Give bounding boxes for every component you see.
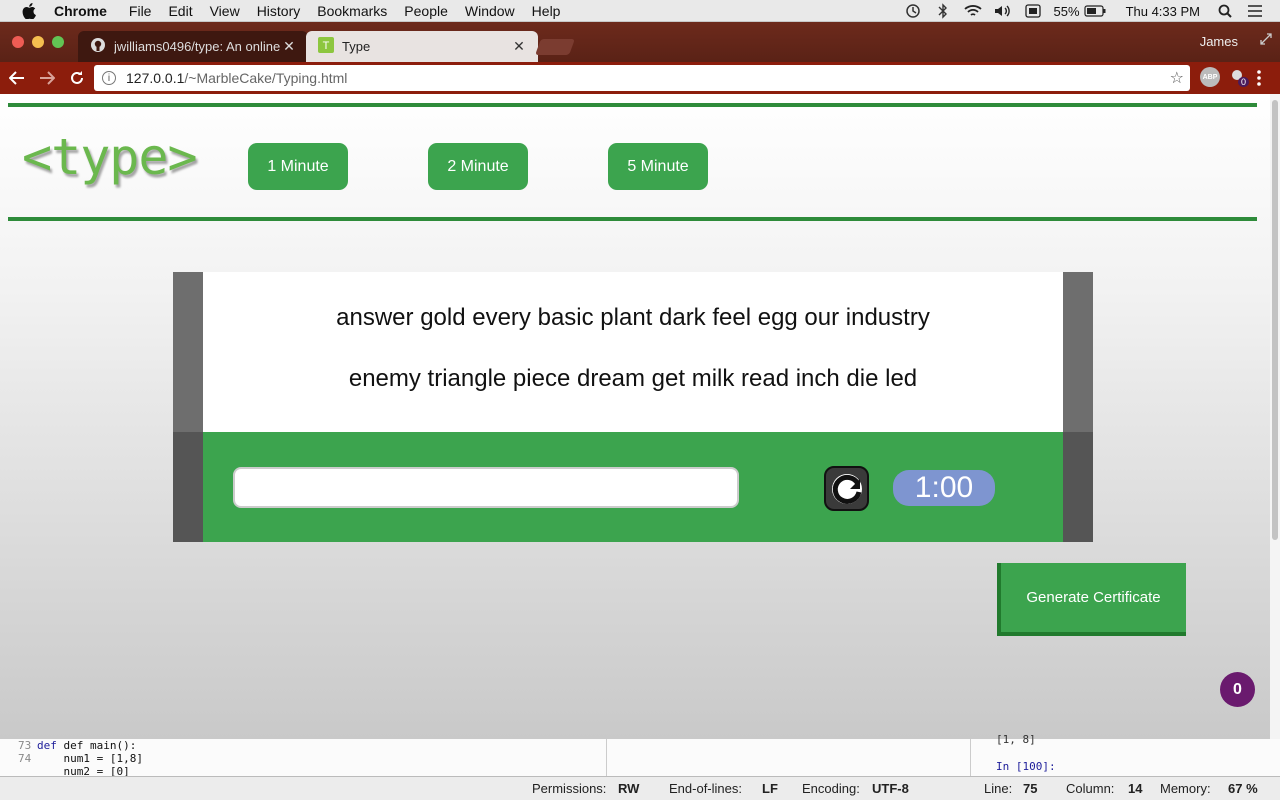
adblock-extension-icon[interactable]: ABP xyxy=(1200,67,1220,87)
address-bar[interactable]: i 127.0.0.1 /~MarbleCake/Typing.html ☆ xyxy=(94,65,1190,91)
editor-pane-divider xyxy=(970,739,971,776)
editor-code-line: def def main(): xyxy=(37,739,137,752)
window-close-button[interactable] xyxy=(12,36,24,48)
line-value: 75 xyxy=(1023,781,1038,796)
menu-bookmarks[interactable]: Bookmarks xyxy=(317,3,387,19)
word-line-current: answer gold every basic plant dark feel … xyxy=(336,304,930,331)
extension-icon[interactable]: 0 xyxy=(1228,67,1250,87)
editor-pane-divider xyxy=(606,739,607,776)
word-display: answer gold every basic plant dark feel … xyxy=(173,272,1093,432)
type-favicon-icon: T xyxy=(318,37,334,56)
header-top-rule xyxy=(8,103,1257,107)
menu-help[interactable]: Help xyxy=(532,3,561,19)
url-path: /~MarbleCake/Typing.html xyxy=(184,70,348,86)
bookmark-star-icon[interactable]: ☆ xyxy=(1170,68,1184,88)
reload-icon[interactable] xyxy=(64,65,90,91)
tab-type-label: Type xyxy=(342,39,371,54)
line-label: Line: xyxy=(984,781,1013,796)
menu-app-name[interactable]: Chrome xyxy=(54,3,107,19)
permissions-value: RW xyxy=(618,781,640,796)
page-scrollbar[interactable] xyxy=(1270,94,1280,739)
column-label: Column: xyxy=(1066,781,1115,796)
menu-history[interactable]: History xyxy=(257,3,301,19)
encoding-label: Encoding: xyxy=(802,781,860,796)
apple-menu-icon[interactable] xyxy=(18,2,40,19)
background-code-editor: 73 def def main(): 74 num1 = [1,8] num2 … xyxy=(0,733,1280,776)
chrome-menu-icon[interactable] xyxy=(1256,69,1262,92)
menu-clock[interactable]: Thu 4:33 PM xyxy=(1126,4,1200,19)
five-minute-button[interactable]: 5 Minute xyxy=(608,143,708,190)
countdown-timer: 1:00 xyxy=(893,470,995,506)
two-minute-button[interactable]: 2 Minute xyxy=(428,143,528,190)
editor-code-line: num1 = [1,8] xyxy=(37,752,143,765)
editor-status-bar: Permissions: RW End-of-lines: LF Encodin… xyxy=(0,776,1280,800)
word-display-left-edge xyxy=(173,272,203,432)
eol-label: End-of-lines: xyxy=(669,781,742,796)
encoding-value: UTF-8 xyxy=(872,781,909,796)
window-minimize-button[interactable] xyxy=(32,36,44,48)
menu-file[interactable]: File xyxy=(129,3,152,19)
column-value: 14 xyxy=(1128,781,1143,796)
bluetooth-icon[interactable] xyxy=(934,3,952,19)
profile-name[interactable]: James xyxy=(1200,34,1238,49)
word-display-right-edge xyxy=(1063,272,1093,432)
menu-people[interactable]: People xyxy=(404,3,448,19)
window-zoom-button[interactable] xyxy=(52,36,64,48)
volume-icon[interactable] xyxy=(994,4,1012,18)
new-tab-button[interactable] xyxy=(535,39,575,55)
editor-code-text: def main(): xyxy=(63,739,137,752)
page-viewport: <type> 1 Minute 2 Minute 5 Minute answer… xyxy=(0,94,1270,739)
editor-line-number: 74 xyxy=(18,752,32,765)
extension-badge: 0 xyxy=(1238,77,1250,87)
editor-line-number: 73 xyxy=(18,739,32,752)
generate-certificate-button[interactable]: Generate Certificate xyxy=(997,563,1186,636)
battery-icon[interactable] xyxy=(1083,4,1106,18)
site-logo[interactable]: <type> xyxy=(22,128,198,186)
svg-text:T: T xyxy=(323,40,330,52)
forward-arrow-icon[interactable] xyxy=(34,65,60,91)
input-bar-right-edge xyxy=(1063,432,1093,542)
typing-input[interactable] xyxy=(233,467,739,508)
notification-center-icon[interactable] xyxy=(1246,4,1264,18)
site-info-icon[interactable]: i xyxy=(102,71,116,85)
tab-type[interactable]: T Type ✕ xyxy=(306,31,538,62)
menu-window[interactable]: Window xyxy=(465,3,515,19)
menu-edit[interactable]: Edit xyxy=(168,3,192,19)
restart-icon[interactable] xyxy=(824,466,869,511)
one-minute-button[interactable]: 1 Minute xyxy=(248,143,348,190)
input-bar: 1:00 xyxy=(173,432,1093,542)
tab-github[interactable]: jwilliams0496/type: An online ✕ xyxy=(78,31,308,62)
tab-github-label: jwilliams0496/type: An online xyxy=(114,39,281,54)
browser-toolbar: i 127.0.0.1 /~MarbleCake/Typing.html ☆ A… xyxy=(0,62,1280,94)
input-bar-left-edge xyxy=(173,432,203,542)
input-source-icon[interactable] xyxy=(1024,4,1042,18)
memory-value: 67 % xyxy=(1228,781,1258,796)
github-icon xyxy=(90,37,106,56)
back-arrow-icon[interactable] xyxy=(4,65,30,91)
battery-percentage: 55% xyxy=(1053,3,1080,19)
macos-menu-bar: Chrome File Edit View History Bookmarks … xyxy=(0,0,1280,22)
time-machine-icon[interactable] xyxy=(904,4,922,18)
typing-panel: answer gold every basic plant dark feel … xyxy=(173,272,1093,542)
editor-code-line: num2 = [0] xyxy=(37,765,130,776)
eol-value: LF xyxy=(762,781,778,796)
browser-tab-strip: jwilliams0496/type: An online ✕ T Type ✕… xyxy=(0,22,1280,62)
word-line-next: enemy triangle piece dream get milk read… xyxy=(348,365,918,392)
url-host: 127.0.0.1 xyxy=(126,70,185,86)
header-bottom-rule xyxy=(8,217,1257,221)
permissions-label: Permissions: xyxy=(532,781,607,796)
console-prompt: In [100]: xyxy=(996,760,1056,773)
menu-view[interactable]: View xyxy=(210,3,240,19)
tab-close-icon[interactable]: ✕ xyxy=(512,38,526,54)
fullscreen-icon[interactable] xyxy=(1260,32,1272,50)
console-output: [1, 8] xyxy=(996,733,1036,746)
spotlight-search-icon[interactable] xyxy=(1216,4,1234,18)
scrollbar-thumb[interactable] xyxy=(1272,100,1278,540)
wifi-icon[interactable] xyxy=(963,4,982,18)
memory-label: Memory: xyxy=(1160,781,1211,796)
tab-close-icon[interactable]: ✕ xyxy=(282,38,296,54)
notification-badge[interactable]: 0 xyxy=(1220,672,1255,707)
